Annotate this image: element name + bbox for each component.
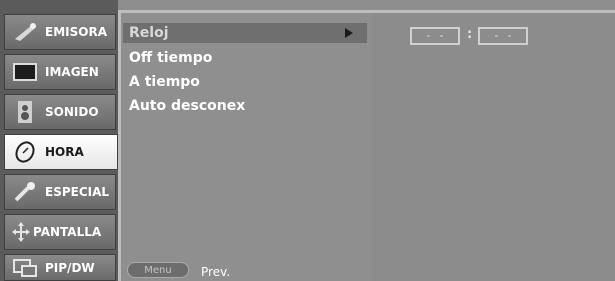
tab-hora[interactable]: HORA xyxy=(4,134,118,170)
category-tab-column: EMISORA IMAGEN SONIDO HORA ESPECIAL PANT… xyxy=(0,0,118,281)
move-arrows-icon xyxy=(11,220,31,244)
clock-icon xyxy=(11,140,39,164)
tab-sonido[interactable]: SONIDO xyxy=(4,94,116,130)
arrow-right-icon xyxy=(345,28,353,38)
hora-submenu: Reloj Off tiempo A tiempo Auto desconex … xyxy=(118,10,372,281)
tab-label: HORA xyxy=(45,145,84,159)
wand-icon xyxy=(11,180,39,204)
tab-label: IMAGEN xyxy=(45,65,99,79)
tab-label: SONIDO xyxy=(45,105,99,119)
menu-item-auto-desconex[interactable]: Auto desconex xyxy=(129,98,245,114)
clock-setting-area: - - : - - xyxy=(372,10,615,281)
tab-pip-dw[interactable]: PIP/DW xyxy=(4,254,116,281)
pip-window-icon xyxy=(11,256,39,280)
osd-screen: EMISORA IMAGEN SONIDO HORA ESPECIAL PANT… xyxy=(0,0,615,281)
tab-especial[interactable]: ESPECIAL xyxy=(4,174,116,210)
tab-emisora[interactable]: EMISORA xyxy=(4,14,116,50)
hour-field[interactable]: - - xyxy=(410,27,460,45)
menu-item-off-tiempo[interactable]: Off tiempo xyxy=(129,50,212,66)
menu-item-label: Reloj xyxy=(129,25,169,41)
tab-pantalla[interactable]: PANTALLA xyxy=(4,214,116,250)
tab-label: EMISORA xyxy=(45,25,107,39)
time-separator: : xyxy=(467,27,473,42)
prev-label: Prev. xyxy=(201,265,231,279)
speaker-icon xyxy=(11,100,39,124)
tab-label: PIP/DW xyxy=(45,260,95,275)
satellite-dish-icon xyxy=(11,20,39,44)
tab-imagen[interactable]: IMAGEN xyxy=(4,54,116,90)
tv-screen-icon xyxy=(11,60,39,84)
minute-field[interactable]: - - xyxy=(478,27,528,45)
tab-label: PANTALLA xyxy=(33,225,102,239)
menu-item-a-tiempo[interactable]: A tiempo xyxy=(129,74,200,90)
menu-button[interactable]: Menu xyxy=(127,262,189,278)
tab-label: ESPECIAL xyxy=(45,185,110,199)
menu-item-reloj[interactable]: Reloj xyxy=(123,23,367,43)
